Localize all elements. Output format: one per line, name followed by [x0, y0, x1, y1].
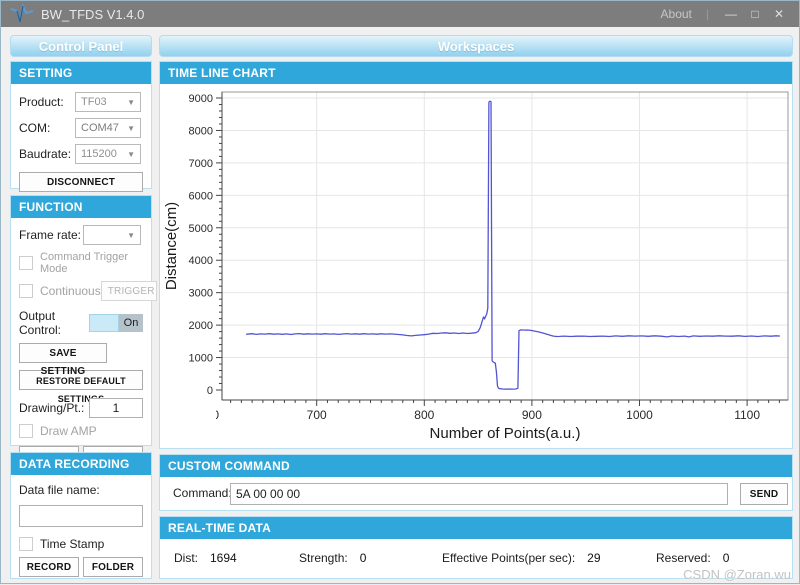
- product-dropdown[interactable]: TF03 ▼: [75, 92, 141, 112]
- disconnect-button[interactable]: DISCONNECT: [19, 172, 143, 192]
- trigger-button[interactable]: TRIGGER: [101, 281, 157, 301]
- output-control-label: Output Control:: [19, 309, 89, 337]
- title-bar: BW_TFDS V1.4.0 About | — □ ✕: [1, 1, 799, 27]
- send-button[interactable]: SEND: [740, 483, 788, 505]
- dist-label: Dist:: [174, 551, 198, 565]
- chevron-down-icon: ▼: [127, 124, 135, 133]
- time-stamp-checkbox[interactable]: [19, 537, 33, 551]
- draw-amp-label: Draw AMP: [40, 424, 97, 438]
- restore-default-button[interactable]: RESTORE DEFAULT SETTINGS: [19, 370, 143, 390]
- com-value: COM47: [81, 122, 119, 134]
- drawing-pt-input[interactable]: [89, 398, 143, 418]
- svg-text:700: 700: [307, 408, 327, 422]
- time-line-chart-section: TIME LINE CHART 0 1000 2000 3000 4000 5000 600…: [159, 61, 793, 449]
- svg-text:1000: 1000: [189, 353, 213, 365]
- strength-value: 0: [360, 551, 367, 565]
- dist-value: 1694: [210, 551, 237, 565]
- product-value: TF03: [81, 96, 107, 108]
- chevron-down-icon: ▼: [127, 98, 135, 107]
- reserved-value: 0: [723, 551, 730, 565]
- folder-button[interactable]: FOLDER: [83, 557, 143, 577]
- data-file-name-input[interactable]: [19, 505, 143, 527]
- output-control-state: On: [119, 314, 143, 332]
- com-dropdown[interactable]: COM47 ▼: [75, 118, 141, 138]
- strength-field: Strength: 0: [299, 551, 366, 565]
- function-section: FUNCTION Frame rate: ▼ Command Trigger M…: [10, 195, 152, 446]
- tab-control-panel[interactable]: Control Panel: [10, 35, 152, 57]
- reserved-label: Reserved:: [656, 551, 711, 565]
- chevron-down-icon: ▼: [127, 150, 135, 159]
- reserved-field: Reserved: 0: [656, 551, 729, 565]
- svg-text:900: 900: [522, 408, 542, 422]
- save-setting-button[interactable]: SAVE SETTING: [19, 343, 107, 363]
- data-file-name-label: Data file name:: [19, 483, 143, 497]
- svg-text:1000: 1000: [626, 408, 653, 422]
- app-window: BW_TFDS V1.4.0 About | — □ ✕ Control Pan…: [0, 0, 800, 584]
- function-header: FUNCTION: [11, 196, 151, 218]
- baudrate-value: 115200: [81, 148, 117, 160]
- svg-text:5000: 5000: [189, 223, 213, 235]
- setting-header: SETTING: [11, 62, 151, 84]
- command-label: Command:: [173, 486, 232, 500]
- effective-points-value: 29: [587, 551, 600, 565]
- chevron-down-icon: ▼: [127, 231, 135, 240]
- svg-text:4000: 4000: [189, 255, 213, 267]
- command-trigger-label: Command Trigger Mode: [40, 251, 143, 275]
- svg-text:800: 800: [414, 408, 434, 422]
- time-line-chart: 0 1000 2000 3000 4000 5000 6000 7000 8000 9000 600…: [160, 84, 790, 448]
- window-title: BW_TFDS V1.4.0: [41, 7, 144, 22]
- svg-text:3000: 3000: [189, 288, 213, 300]
- data-recording-section: DATA RECORDING Data file name: Time Stam…: [10, 452, 152, 579]
- tab-workspaces[interactable]: Workspaces: [159, 35, 793, 57]
- minimize-icon[interactable]: —: [719, 1, 743, 27]
- command-trigger-checkbox[interactable]: [19, 256, 33, 270]
- strength-label: Strength:: [299, 551, 348, 565]
- custom-command-section: CUSTOM COMMAND Command: SEND: [159, 454, 793, 511]
- maximize-icon[interactable]: □: [743, 1, 767, 27]
- app-logo-icon: [9, 4, 35, 24]
- continuous-label: Continuous: [40, 284, 101, 298]
- product-label: Product:: [19, 95, 75, 109]
- toggle-knob: [89, 314, 119, 332]
- frame-rate-dropdown[interactable]: ▼: [83, 225, 141, 245]
- setting-section: SETTING Product: TF03 ▼ COM: COM47 ▼ Bau…: [10, 61, 152, 189]
- svg-text:7000: 7000: [189, 158, 213, 170]
- about-menu[interactable]: About: [661, 7, 692, 21]
- svg-text:Distance(cm): Distance(cm): [163, 202, 180, 290]
- baudrate-dropdown[interactable]: 115200 ▼: [75, 144, 141, 164]
- output-control-toggle[interactable]: On: [89, 314, 143, 332]
- baudrate-label: Baudrate:: [19, 147, 75, 161]
- drawing-pt-label: Drawing/Pt.:: [19, 401, 89, 415]
- svg-text:Number of Points(a.u.): Number of Points(a.u.): [430, 425, 581, 442]
- data-recording-header: DATA RECORDING: [11, 453, 151, 475]
- effective-points-label: Effective Points(per sec):: [442, 551, 575, 565]
- effective-points-field: Effective Points(per sec): 29: [442, 551, 601, 565]
- real-time-data-header: REAL-TIME DATA: [160, 517, 792, 539]
- watermark: CSDN @Zoran.wu: [683, 567, 791, 582]
- time-stamp-label: Time Stamp: [40, 537, 104, 551]
- svg-text:6000: 6000: [189, 190, 213, 202]
- draw-amp-checkbox[interactable]: [19, 424, 33, 438]
- dist-field: Dist: 1694: [174, 551, 237, 565]
- com-label: COM:: [19, 121, 75, 135]
- command-input[interactable]: [230, 483, 728, 505]
- custom-command-header: CUSTOM COMMAND: [160, 455, 792, 477]
- svg-text:600: 600: [199, 408, 219, 422]
- titlebar-separator: |: [706, 7, 709, 21]
- time-line-chart-header: TIME LINE CHART: [160, 62, 792, 84]
- record-button[interactable]: RECORD: [19, 557, 79, 577]
- frame-rate-label: Frame rate:: [19, 228, 83, 242]
- continuous-checkbox[interactable]: [19, 284, 33, 298]
- svg-text:0: 0: [207, 385, 213, 397]
- svg-text:1100: 1100: [734, 408, 760, 422]
- close-icon[interactable]: ✕: [767, 1, 791, 27]
- svg-text:9000: 9000: [189, 93, 213, 105]
- svg-text:2000: 2000: [189, 320, 213, 332]
- svg-text:8000: 8000: [189, 125, 213, 137]
